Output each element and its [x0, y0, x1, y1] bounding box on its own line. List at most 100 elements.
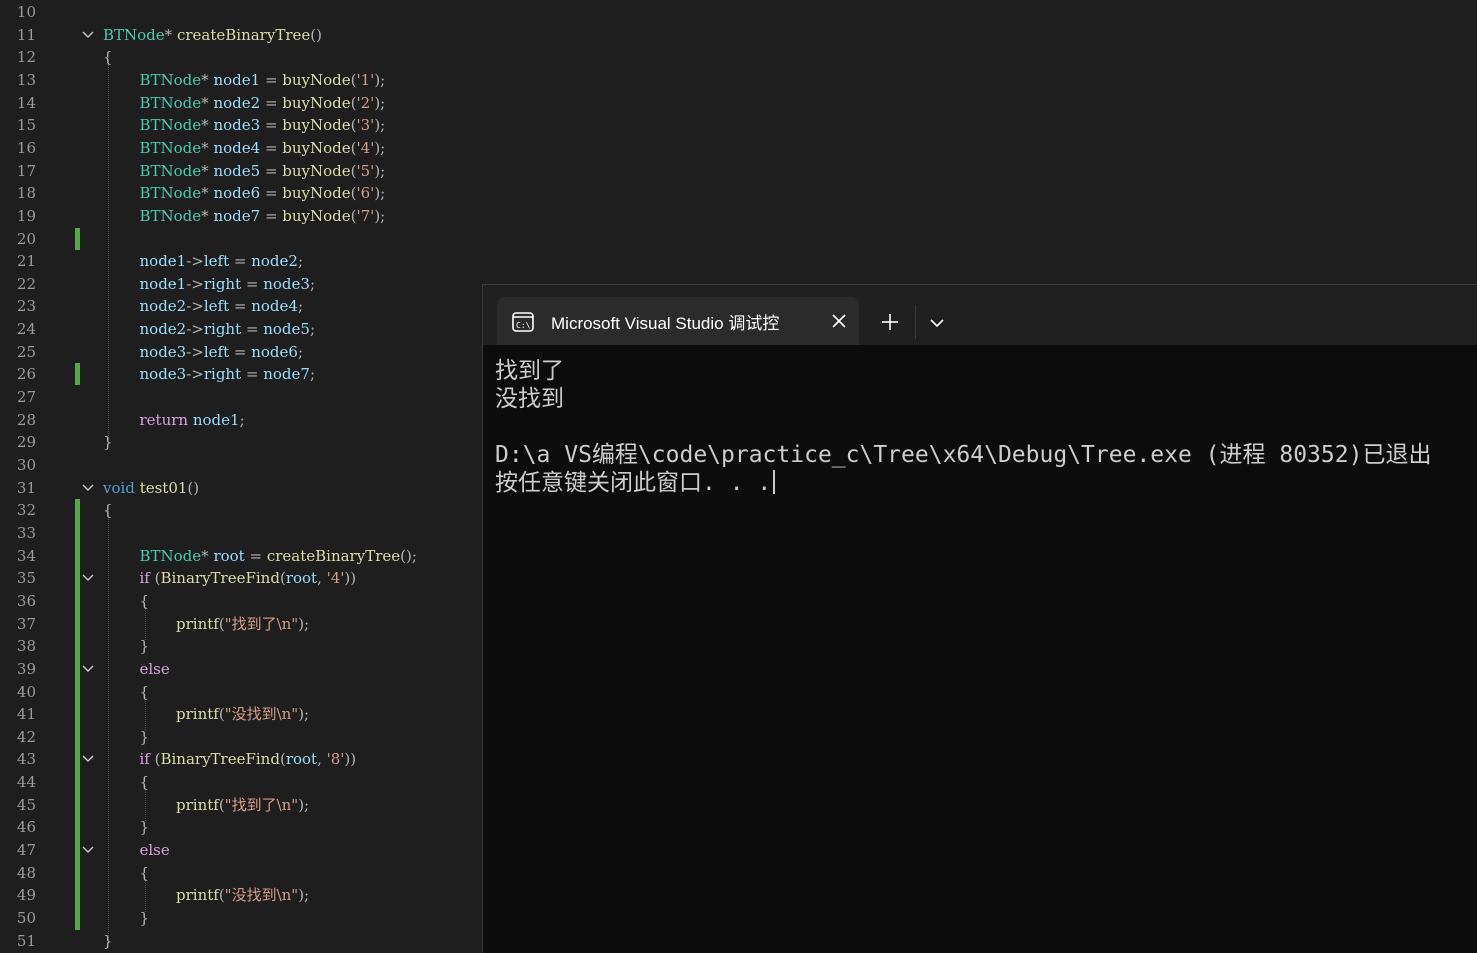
code-token: node2 [139, 297, 187, 316]
code-token: = [260, 116, 283, 135]
code-token: node4 [251, 297, 298, 316]
code-token: root [285, 750, 318, 769]
code-token: = [260, 93, 283, 112]
code-token: { [103, 501, 113, 520]
code-token: "没找到\n" [224, 886, 299, 905]
code-token: ; [309, 320, 316, 339]
code-token: ); [298, 795, 310, 814]
fold-chevron-icon[interactable] [82, 658, 94, 681]
line-number: 20 [16, 229, 36, 248]
code-token: * [201, 206, 214, 225]
code-token: ; [297, 342, 304, 361]
code-token: '4' [356, 138, 375, 157]
code-token: node3 [139, 365, 187, 384]
chevron-down-icon[interactable] [929, 315, 945, 329]
code-token: ); [298, 886, 310, 905]
code-text: printf("没找到\n"); [176, 884, 309, 907]
code-token: = [260, 206, 283, 225]
code-text: node2->right = node5; [140, 318, 316, 341]
line-number: 29 [16, 433, 36, 452]
code-token: -> [186, 365, 204, 384]
code-token: BTNode [139, 138, 202, 157]
code-token: root [285, 569, 318, 588]
close-icon[interactable] [830, 312, 848, 330]
code-token: '1' [356, 70, 375, 89]
line-number: 39 [16, 659, 36, 678]
code-text: else [140, 839, 170, 862]
code-token: -> [186, 297, 204, 316]
line-number: 23 [16, 297, 36, 316]
code-text: BTNode* node7 = buyNode('7'); [140, 205, 386, 228]
code-line[interactable]: 10 [0, 1, 1477, 24]
line-number: 16 [16, 138, 36, 157]
terminal-output[interactable]: 找到了 没找到 D:\a VS编程\code\practice_c\Tree\x… [495, 357, 1477, 953]
code-token: ; [309, 365, 316, 384]
code-token: node6 [251, 342, 298, 361]
fold-chevron-icon[interactable] [82, 477, 94, 500]
line-number: 34 [16, 546, 36, 565]
code-token: -> [186, 342, 204, 361]
fold-chevron-icon[interactable] [82, 567, 94, 590]
code-token: node4 [213, 138, 261, 157]
code-token: if [139, 750, 150, 769]
code-token: right [203, 274, 242, 293]
change-indicator [75, 228, 80, 250]
code-token: * [201, 138, 214, 157]
code-line[interactable]: 13 BTNode* node1 = buyNode('1'); [0, 69, 1477, 92]
code-token: ; [239, 410, 245, 429]
code-line[interactable]: 17 BTNode* node5 = buyNode('5'); [0, 160, 1477, 183]
code-token: () [310, 25, 322, 44]
code-text: { [140, 862, 150, 885]
line-number: 46 [16, 818, 36, 837]
line-number: 15 [16, 116, 36, 135]
plus-icon[interactable] [879, 311, 901, 333]
code-token: BinaryTreeFind [160, 569, 280, 588]
debug-console-window[interactable]: C:\ Microsoft Visual Studio 调试控 找到了 没找到 … [482, 284, 1477, 953]
code-text: BTNode* node3 = buyNode('3'); [140, 114, 386, 137]
code-line[interactable]: 14 BTNode* node2 = buyNode('2'); [0, 92, 1477, 115]
code-token: buyNode [282, 93, 351, 112]
output-line: 按任意键关闭此窗口. . . [495, 469, 1477, 497]
fold-chevron-icon[interactable] [82, 839, 94, 862]
code-line[interactable]: 16 BTNode* node4 = buyNode('4'); [0, 137, 1477, 160]
change-indicator [75, 363, 80, 385]
code-token: if [139, 569, 150, 588]
code-line[interactable]: 11 BTNode* createBinaryTree() [0, 24, 1477, 47]
fold-chevron-icon[interactable] [82, 748, 94, 771]
code-line[interactable]: 19 BTNode* node7 = buyNode('7'); [0, 205, 1477, 228]
code-token: return [139, 410, 189, 429]
code-token: * [164, 25, 177, 44]
code-token: '8' [326, 750, 345, 769]
line-number: 32 [16, 501, 36, 520]
code-line[interactable]: 15 BTNode* node3 = buyNode('3'); [0, 114, 1477, 137]
code-text: node2->left = node4; [140, 295, 304, 318]
code-token: BTNode [139, 161, 202, 180]
terminal-tab[interactable]: C:\ Microsoft Visual Studio 调试控 [497, 297, 859, 345]
code-token: ; [297, 297, 304, 316]
code-token: node2 [213, 93, 261, 112]
code-line[interactable]: 18 BTNode* node6 = buyNode('6'); [0, 182, 1477, 205]
code-token: buyNode [282, 70, 351, 89]
code-line[interactable]: 20 [0, 228, 1477, 251]
code-token: )) [344, 569, 357, 588]
code-text: } [103, 930, 113, 953]
change-indicator [75, 499, 80, 930]
code-token: = [229, 252, 252, 271]
line-number: 13 [16, 70, 36, 89]
code-line[interactable]: 12 { [0, 46, 1477, 69]
code-token: void [103, 478, 135, 497]
code-text: BTNode* node2 = buyNode('2'); [140, 92, 386, 115]
code-token: = [241, 274, 264, 293]
code-token: '4' [326, 569, 345, 588]
code-token: '6' [356, 184, 375, 203]
code-token: -> [186, 320, 204, 339]
code-token: BTNode [103, 25, 165, 44]
code-text: else [140, 658, 170, 681]
line-number: 19 [16, 206, 36, 225]
code-token: * [201, 93, 214, 112]
line-number: 14 [16, 93, 36, 112]
line-number: 43 [16, 750, 36, 769]
code-line[interactable]: 21 node1->left = node2; [0, 250, 1477, 273]
fold-chevron-icon[interactable] [82, 24, 94, 47]
code-token: BTNode [139, 70, 202, 89]
